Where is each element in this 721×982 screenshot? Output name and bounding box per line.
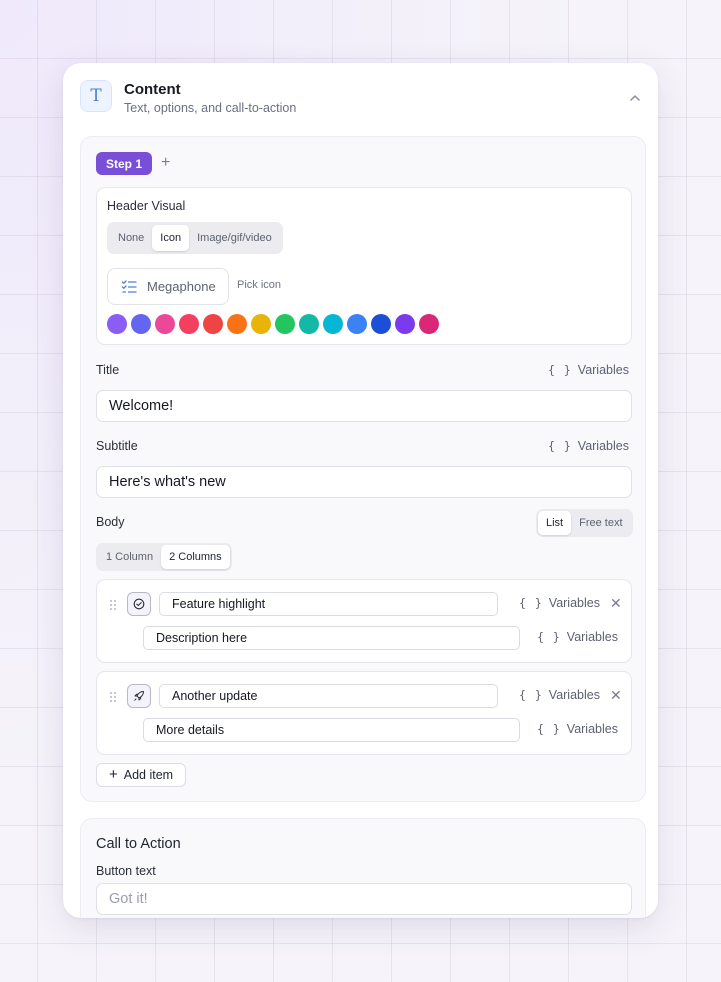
item-title-variables-button[interactable]: { } Variables bbox=[519, 596, 600, 610]
color-swatch-14[interactable] bbox=[419, 314, 439, 334]
visual-option-media[interactable]: Image/gif/video bbox=[189, 225, 280, 251]
step-tab-1[interactable]: Step 1 bbox=[96, 152, 153, 175]
item-description-input[interactable] bbox=[143, 626, 520, 650]
variables-label: Variables bbox=[548, 688, 600, 702]
color-swatch-4[interactable] bbox=[179, 314, 199, 334]
variables-label: Variables bbox=[577, 439, 629, 453]
color-swatch-11[interactable] bbox=[347, 314, 367, 334]
item-title-input[interactable] bbox=[159, 592, 498, 616]
visual-option-icon[interactable]: Icon bbox=[152, 225, 190, 251]
item-description-variables-button[interactable]: { } Variables bbox=[537, 722, 618, 736]
drag-handle-icon[interactable] bbox=[109, 691, 117, 703]
section-subtitle: Text, options, and call-to-action bbox=[124, 101, 297, 115]
section-title: Content bbox=[124, 81, 181, 98]
remove-item-icon[interactable]: ✕ bbox=[610, 596, 622, 610]
color-swatch-5[interactable] bbox=[203, 314, 223, 334]
color-swatch-2[interactable] bbox=[131, 314, 151, 334]
content-section-header[interactable]: T Content Text, options, and call-to-act… bbox=[80, 80, 646, 120]
content-card: T Content Text, options, and call-to-act… bbox=[63, 63, 658, 918]
color-swatch-12[interactable] bbox=[371, 314, 391, 334]
item-icon-picker[interactable] bbox=[127, 592, 151, 616]
braces-icon: { } bbox=[548, 363, 572, 377]
icon-picker-button[interactable]: Megaphone bbox=[107, 268, 229, 305]
subtitle-label: Subtitle bbox=[96, 439, 138, 453]
body-mode-list[interactable]: List bbox=[538, 511, 572, 535]
rocket-icon bbox=[134, 691, 144, 701]
subtitle-variables-button[interactable]: { } Variables bbox=[548, 439, 629, 453]
braces-icon: { } bbox=[519, 688, 543, 702]
add-item-button[interactable]: + Add item bbox=[96, 763, 187, 787]
check-circle-icon bbox=[133, 598, 145, 610]
step-panel: Step 1 + Header Visual None Icon Image/g… bbox=[80, 136, 646, 802]
color-swatch-10[interactable] bbox=[323, 314, 343, 334]
color-swatch-6[interactable] bbox=[227, 314, 247, 334]
text-type-icon: T bbox=[80, 80, 112, 112]
layout-one-column[interactable]: 1 Column bbox=[98, 545, 161, 569]
color-swatches bbox=[107, 314, 439, 334]
header-visual-label: Header Visual bbox=[107, 199, 186, 213]
color-swatch-7[interactable] bbox=[251, 314, 271, 334]
variables-label: Variables bbox=[548, 596, 600, 610]
body-mode-free-text[interactable]: Free text bbox=[571, 511, 630, 535]
drag-handle-icon[interactable] bbox=[109, 599, 117, 611]
visual-option-none[interactable]: None bbox=[110, 225, 152, 251]
braces-icon: { } bbox=[519, 596, 543, 610]
chevron-up-icon[interactable] bbox=[628, 91, 642, 105]
header-visual-section: Header Visual None Icon Image/gif/video … bbox=[96, 187, 632, 345]
header-visual-selector: None Icon Image/gif/video bbox=[107, 222, 283, 254]
title-variables-button[interactable]: { } Variables bbox=[548, 363, 629, 377]
title-input[interactable] bbox=[96, 390, 632, 422]
button-text-input[interactable] bbox=[96, 883, 632, 915]
color-swatch-8[interactable] bbox=[275, 314, 295, 334]
color-swatch-3[interactable] bbox=[155, 314, 175, 334]
megaphone-icon bbox=[121, 279, 137, 293]
braces-icon: { } bbox=[537, 722, 561, 736]
title-label: Title bbox=[96, 363, 120, 377]
cta-title: Call to Action bbox=[96, 836, 181, 852]
item-title-input[interactable] bbox=[159, 684, 498, 708]
color-swatch-13[interactable] bbox=[395, 314, 415, 334]
list-item: { } Variables ✕ { } Variables bbox=[96, 579, 632, 663]
subtitle-input[interactable] bbox=[96, 466, 632, 498]
column-layout-toggle: 1 Column 2 Columns bbox=[96, 543, 232, 571]
color-swatch-9[interactable] bbox=[299, 314, 319, 334]
variables-label: Variables bbox=[577, 363, 629, 377]
body-mode-toggle: List Free text bbox=[536, 509, 633, 537]
color-swatch-1[interactable] bbox=[107, 314, 127, 334]
braces-icon: { } bbox=[537, 630, 561, 644]
item-description-variables-button[interactable]: { } Variables bbox=[537, 630, 618, 644]
pick-icon-link[interactable]: Pick icon bbox=[237, 279, 281, 291]
add-step-button[interactable]: + bbox=[161, 153, 170, 173]
item-description-input[interactable] bbox=[143, 718, 520, 742]
list-item: { } Variables ✕ { } Variables bbox=[96, 671, 632, 755]
button-text-label: Button text bbox=[96, 864, 156, 878]
layout-two-columns[interactable]: 2 Columns bbox=[161, 545, 230, 569]
plus-icon: + bbox=[109, 766, 118, 783]
body-label: Body bbox=[96, 515, 125, 529]
item-title-variables-button[interactable]: { } Variables bbox=[519, 688, 600, 702]
add-item-label: Add item bbox=[123, 768, 174, 782]
variables-label: Variables bbox=[566, 630, 618, 644]
item-icon-picker[interactable] bbox=[127, 684, 151, 708]
braces-icon: { } bbox=[548, 439, 572, 453]
selected-icon-name: Megaphone bbox=[147, 279, 216, 294]
remove-item-icon[interactable]: ✕ bbox=[610, 688, 622, 702]
call-to-action-section: Call to Action Button text bbox=[80, 818, 646, 918]
variables-label: Variables bbox=[566, 722, 618, 736]
